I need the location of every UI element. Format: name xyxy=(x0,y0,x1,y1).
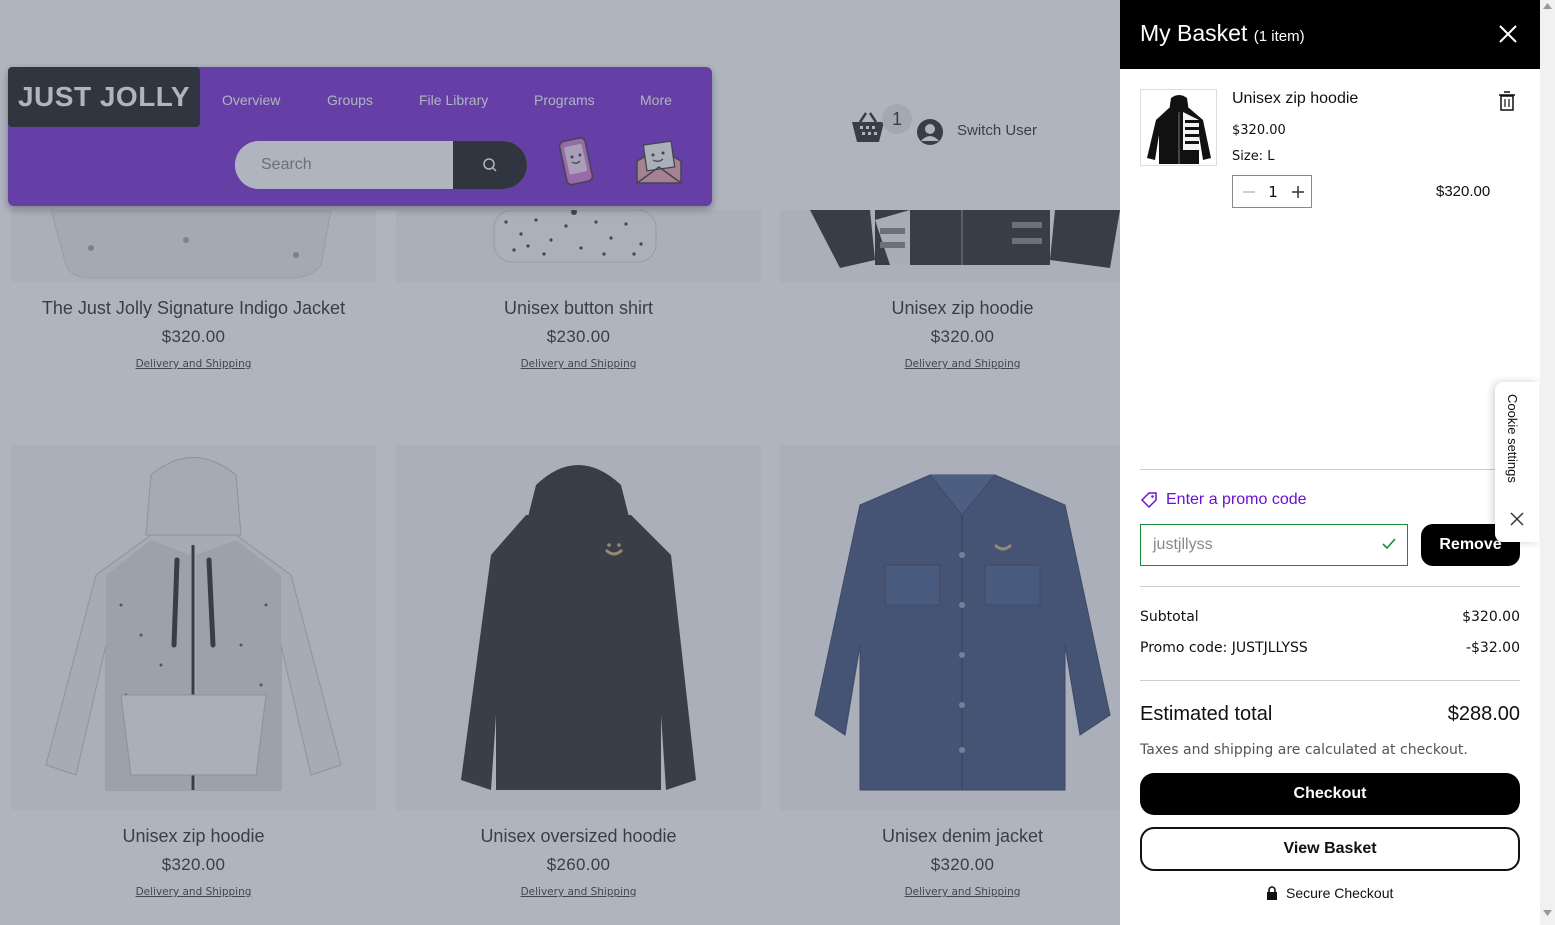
basket-title-text: My Basket xyxy=(1140,20,1248,46)
taxes-note: Taxes and shipping are calculated at che… xyxy=(1140,742,1468,758)
lock-icon xyxy=(1267,886,1277,900)
promo-code-value[interactable]: justjllyss xyxy=(1153,536,1213,554)
promo-row: Promo code: JUSTJLLYSS -$32.00 xyxy=(1140,640,1520,656)
checkout-button[interactable]: Checkout xyxy=(1140,773,1520,815)
basket-item-price: $320.00 xyxy=(1232,123,1286,138)
cookie-settings-tab[interactable]: Cookie settings xyxy=(1495,382,1539,542)
close-icon[interactable] xyxy=(1510,512,1524,526)
basket-title: My Basket (1 item) xyxy=(1140,20,1305,47)
scroll-up-icon[interactable] xyxy=(1543,3,1552,9)
divider xyxy=(1140,586,1520,587)
promo-code-label: Enter a promo code xyxy=(1166,491,1307,508)
basket-item-size: Size: L xyxy=(1232,149,1275,164)
secure-checkout-label: Secure Checkout xyxy=(1286,885,1394,901)
scroll-down-icon[interactable] xyxy=(1543,910,1552,916)
subtotal-row: Subtotal $320.00 xyxy=(1140,609,1520,625)
trash-icon[interactable] xyxy=(1498,91,1516,111)
storefront-page: The Just Jolly Signature Indigo Jacket $… xyxy=(0,0,1120,925)
promo-discount-label: Promo code: JUSTJLLYSS xyxy=(1140,640,1308,656)
subtotal-value: $320.00 xyxy=(1462,609,1520,625)
quantity-stepper: 1 xyxy=(1232,175,1312,208)
plus-icon[interactable] xyxy=(1288,182,1308,202)
divider xyxy=(1140,680,1520,681)
basket-item-image[interactable] xyxy=(1140,89,1217,166)
promo-discount-value: -$32.00 xyxy=(1465,640,1520,656)
promo-code-link[interactable]: Enter a promo code xyxy=(1140,491,1307,509)
tag-icon xyxy=(1140,492,1157,509)
page-dim-overlay[interactable] xyxy=(0,0,1120,925)
close-icon[interactable] xyxy=(1498,24,1518,44)
basket-item-total: $320.00 xyxy=(1436,183,1491,200)
scrollbar[interactable] xyxy=(1540,0,1555,925)
basket-item-count: (1 item) xyxy=(1253,28,1305,45)
subtotal-label: Subtotal xyxy=(1140,609,1199,625)
basket-item-name[interactable]: Unisex zip hoodie xyxy=(1232,90,1358,108)
estimated-total-value: $288.00 xyxy=(1447,703,1520,725)
cookie-settings-label[interactable]: Cookie settings xyxy=(1505,394,1520,483)
view-basket-button[interactable]: View Basket xyxy=(1140,827,1520,871)
secure-checkout: Secure Checkout xyxy=(1266,885,1393,901)
basket-header: My Basket (1 item) xyxy=(1120,0,1540,69)
basket-drawer: My Basket (1 item) Unisex zip hoodie $32… xyxy=(1120,0,1540,925)
check-icon xyxy=(1382,538,1396,550)
estimated-total-label: Estimated total xyxy=(1140,703,1273,725)
promo-code-field[interactable]: justjllyss xyxy=(1140,524,1408,566)
divider xyxy=(1140,469,1520,470)
